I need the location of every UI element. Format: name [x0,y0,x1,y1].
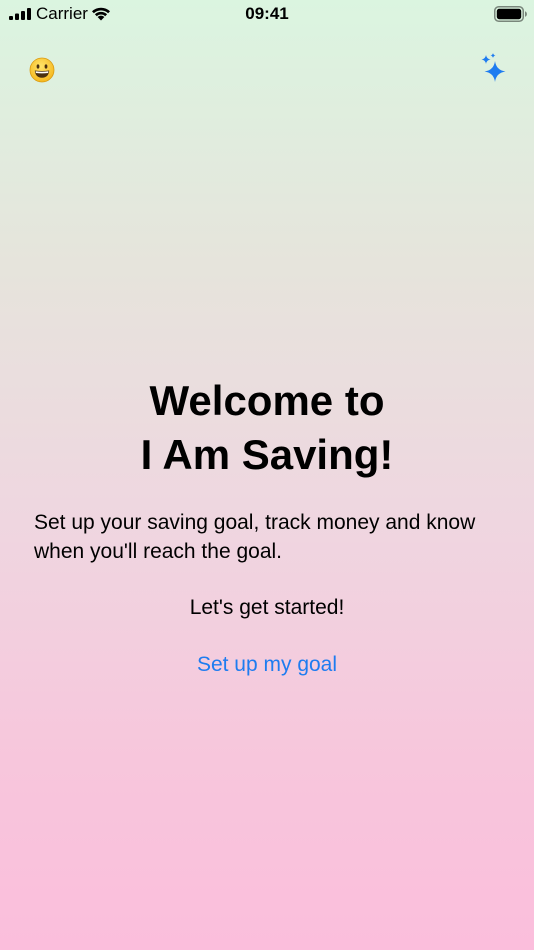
welcome-title: Welcome to I Am Saving! [0,374,534,482]
welcome-description: Set up your saving goal, track money and… [34,511,476,563]
set-up-goal-button[interactable]: Set up my goal [0,651,534,679]
sparkles-icon[interactable] [478,52,510,86]
status-time: 09:41 [245,4,289,23]
status-bar: Carrier 09:41 [0,0,534,28]
welcome-title-line1: Welcome to [149,377,385,424]
welcome-title-line2: I Am Saving! [140,431,394,478]
grinning-face-icon[interactable] [28,56,56,84]
get-started-text: Let's get started! [189,596,345,619]
battery-full-icon [494,6,527,22]
